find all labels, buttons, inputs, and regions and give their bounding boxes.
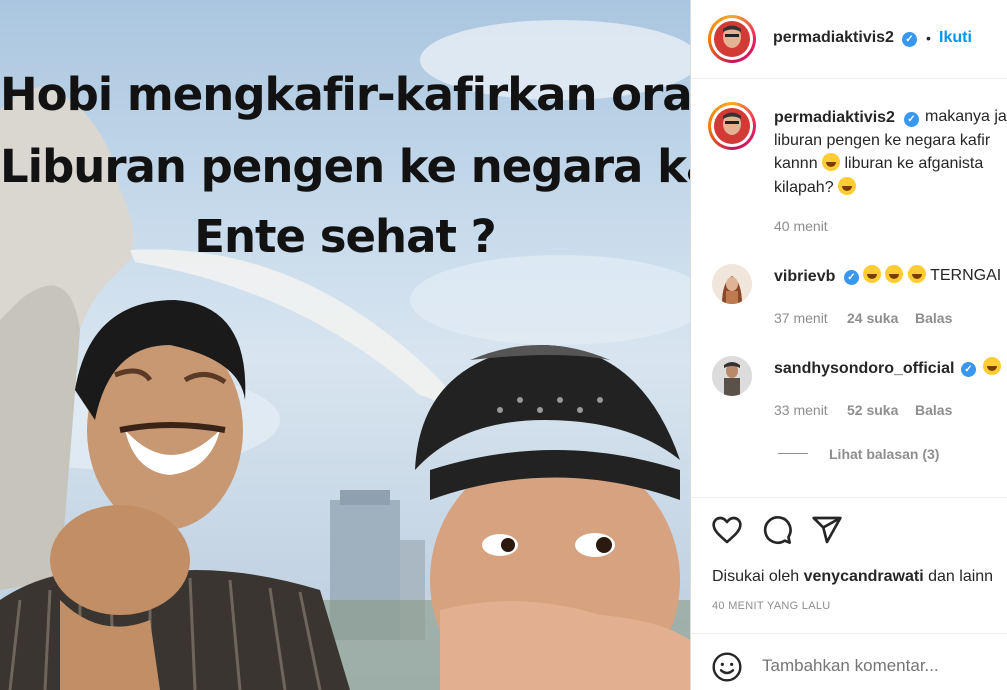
- caption-verified-icon: ✓: [904, 112, 919, 127]
- caption-text-line-4: kilapah?: [774, 176, 857, 200]
- comment-likes[interactable]: 24 suka: [847, 310, 898, 326]
- comment-username[interactable]: vibrievb: [774, 268, 835, 286]
- comment-reply-label[interactable]: Balas: [915, 310, 952, 326]
- comment-bubble-icon[interactable]: [761, 514, 793, 546]
- view-replies-divider: [778, 453, 808, 454]
- comment-reply-label[interactable]: Balas: [915, 402, 952, 418]
- meme-text-line-3: Ente sehat ?: [194, 210, 496, 263]
- rofl-emoji-icon: [983, 357, 1001, 375]
- comment-username[interactable]: sandhysondoro_official: [774, 360, 954, 378]
- author-avatar[interactable]: [708, 15, 756, 63]
- view-replies-label[interactable]: Lihat balasan (3): [829, 446, 939, 462]
- comments-panel: permadiaktivis2 ✓ • Ikuti permadiaktivis…: [691, 0, 1007, 690]
- caption-text-line-3: kannn liburan ke afganista: [774, 152, 983, 176]
- comment-verified-icon: ✓: [961, 362, 976, 377]
- caption-time: 40 menit: [774, 218, 828, 234]
- comment-avatar-sandhysondoro[interactable]: [712, 356, 752, 396]
- laughing-emoji-icon: [907, 265, 926, 283]
- verified-badge-icon: ✓: [902, 32, 917, 47]
- laughing-emoji-icon: [885, 265, 904, 283]
- comment-likes[interactable]: 52 suka: [847, 402, 898, 418]
- author-avatar-photo: [714, 21, 750, 57]
- likes-summary: Disukai oleh venycandrawati dan lainn: [712, 568, 993, 586]
- caption-text-line-1: makanya ja: [925, 108, 1007, 125]
- likes-prefix: Disukai oleh: [712, 568, 800, 585]
- rofl-emoji-icon: [838, 177, 857, 195]
- comment-reply-button[interactable]: Balas: [915, 310, 952, 326]
- caption-text-line-2: liburan pengen ke negara kafir: [774, 132, 991, 149]
- post-header: permadiaktivis2 ✓ • Ikuti: [691, 0, 1007, 79]
- laughing-emoji-icon: [863, 265, 881, 283]
- caption-text-afganista: liburan ke afganista: [844, 155, 984, 172]
- likes-suffix[interactable]: dan lainn: [928, 568, 993, 585]
- comment-text: [983, 356, 1001, 380]
- post-timestamp: 40 MENIT YANG LALU: [712, 600, 831, 612]
- likes-user-link[interactable]: venycandrawati: [804, 568, 924, 585]
- comment-time: 37 menit: [774, 310, 828, 326]
- post-image[interactable]: Hobi mengkafir-kafirkan orang Liburan pe…: [0, 0, 690, 690]
- comment-likes-count[interactable]: 24 suka: [847, 310, 898, 326]
- share-send-icon[interactable]: [811, 514, 843, 546]
- comment-time: 33 menit: [774, 402, 828, 418]
- comment-avatar-vibrievb[interactable]: [712, 264, 752, 304]
- caption-author-avatar[interactable]: [708, 102, 756, 150]
- comment-likes-count[interactable]: 52 suka: [847, 402, 898, 418]
- add-comment-separator: [691, 633, 1007, 634]
- separator-dot: •: [926, 30, 931, 46]
- sandhysondoro-avatar-photo: [712, 356, 752, 396]
- actions-separator: [691, 497, 1007, 498]
- author-username[interactable]: permadiaktivis2: [773, 29, 894, 47]
- add-comment-input[interactable]: [762, 656, 1002, 676]
- caption-text-kannn: kannn: [774, 155, 818, 172]
- like-heart-icon[interactable]: [711, 514, 743, 546]
- meme-text-line-1: Hobi mengkafir-kafirkan orang: [0, 68, 690, 121]
- follow-button[interactable]: Ikuti: [939, 29, 972, 47]
- caption-avatar-photo: [714, 108, 750, 144]
- caption-username[interactable]: permadiaktivis2: [774, 109, 895, 127]
- laughing-emoji-icon: [822, 153, 841, 171]
- comment-text: TERNGAI: [863, 264, 1001, 288]
- view-replies-button[interactable]: Lihat balasan (3): [829, 446, 939, 462]
- vibrievb-avatar-photo: [712, 264, 752, 304]
- emoji-picker-icon[interactable]: [711, 651, 743, 683]
- comment-reply-button[interactable]: Balas: [915, 402, 952, 418]
- comment-verified-icon: ✓: [844, 270, 859, 285]
- comment-text-body: TERNGAI: [930, 267, 1002, 284]
- caption-text-kilapah: kilapah?: [774, 179, 834, 196]
- meme-text-line-2: Liburan pengen ke negara kafir: [0, 140, 690, 193]
